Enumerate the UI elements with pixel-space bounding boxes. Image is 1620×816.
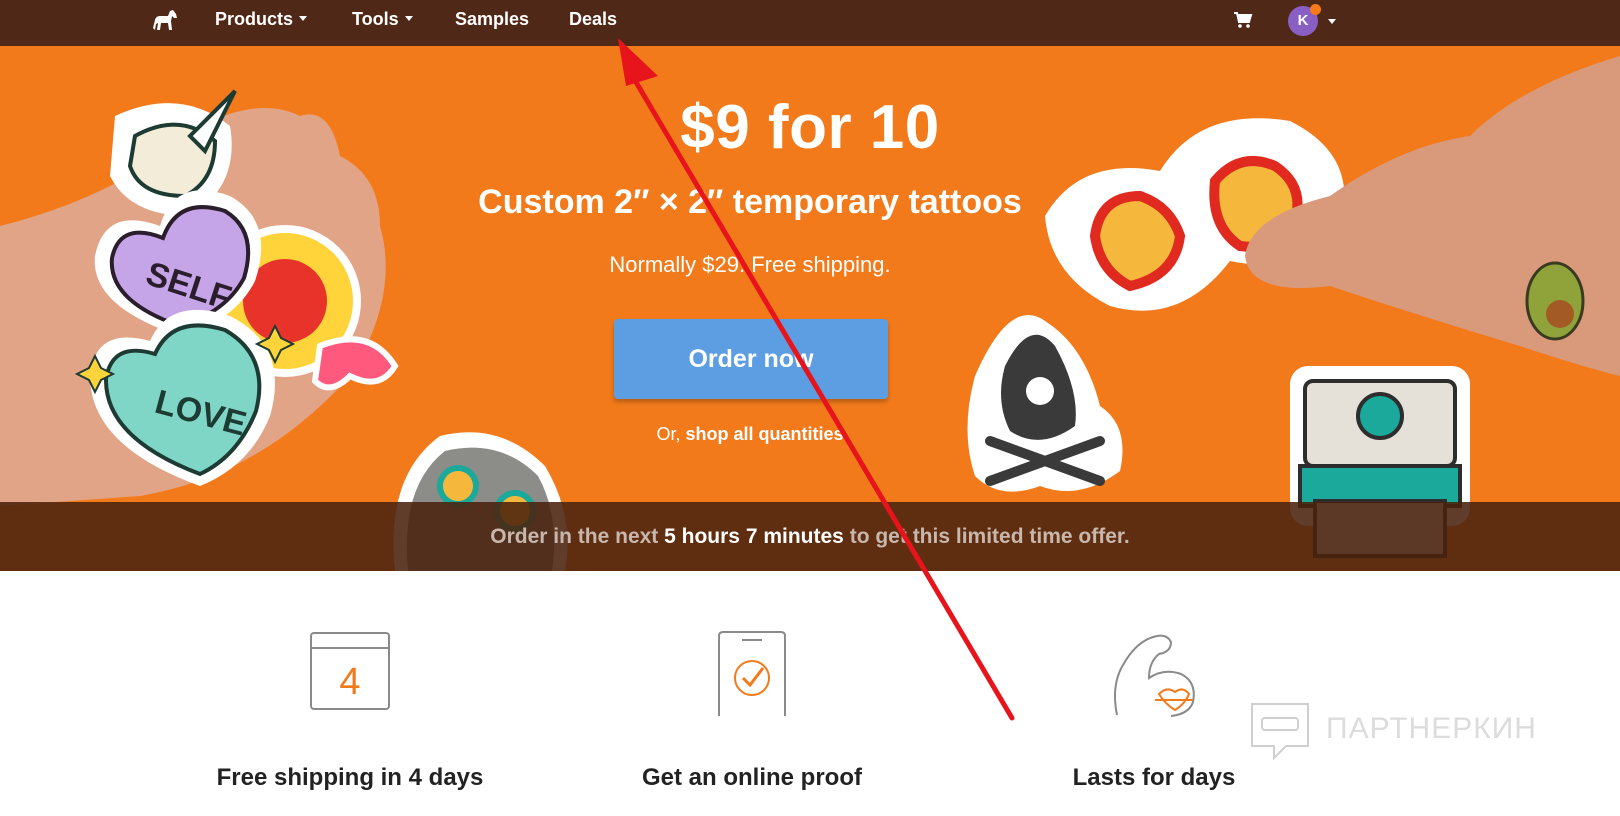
calendar-number: 4 <box>339 661 360 703</box>
partnerkin-logo-icon: ПАРТНЕРКИН <box>1251 703 1537 761</box>
hero-banner: SELF LOVE $9 for 10 Custom 2″ × 2″ tempo… <box>0 46 1620 571</box>
hero-headline: $9 for 10 <box>680 93 940 162</box>
nav-samples-label: Samples <box>455 9 530 29</box>
horse-logo-icon[interactable] <box>150 6 180 36</box>
nav-deals-link[interactable]: Deals <box>569 0 617 40</box>
avocado-crossbones-sticker <box>967 315 1123 492</box>
feature-title: Get an online proof <box>642 764 862 791</box>
timer-value: 5 hours 7 minutes <box>664 525 844 548</box>
flexed-arm-icon <box>1114 634 1195 717</box>
chevron-down-icon <box>299 15 308 21</box>
nav-products-menu[interactable]: Products <box>215 0 308 40</box>
dino-sticker <box>311 336 399 391</box>
chevron-down-icon <box>404 15 413 21</box>
or-prefix: Or, <box>656 424 681 444</box>
cart-icon[interactable] <box>1233 11 1253 29</box>
partnerkin-watermark: ПАРТНЕРКИН <box>1250 700 1590 761</box>
watermark-text: ПАРТНЕРКИН <box>1326 712 1537 745</box>
top-navigation-bar: Products Tools Samples Deals K <box>0 0 1620 46</box>
feature-title: Lasts for days <box>1072 764 1236 791</box>
nav-samples-link[interactable]: Samples <box>455 0 529 40</box>
shop-quantities-line: Or, shop all quantities <box>0 424 1500 445</box>
calendar-icon: 4 <box>310 632 390 710</box>
feature-title: Free shipping in 4 days <box>216 764 484 791</box>
countdown-banner: Order in the next 5 hours 7 minutes to g… <box>0 502 1620 571</box>
phone-check-icon <box>718 631 786 716</box>
order-now-button[interactable]: Order now <box>614 319 888 399</box>
nav-products-label: Products <box>215 9 294 29</box>
timer-suffix: to get this limited time offer. <box>849 525 1130 548</box>
hero-price-note: Normally $29. Free shipping. <box>609 252 891 277</box>
shop-all-quantities-link[interactable]: shop all quantities <box>686 424 844 444</box>
timer-prefix: Order in the next <box>490 525 659 548</box>
nav-deals-label: Deals <box>569 9 618 29</box>
nav-tools-menu[interactable]: Tools <box>352 0 413 40</box>
avocado-tattoo <box>1525 261 1585 341</box>
notification-dot <box>1310 4 1321 15</box>
hero-subheadline: Custom 2″ × 2″ temporary tattoos <box>478 183 1022 221</box>
nav-tools-label: Tools <box>352 9 399 29</box>
chevron-down-icon <box>1328 19 1336 24</box>
